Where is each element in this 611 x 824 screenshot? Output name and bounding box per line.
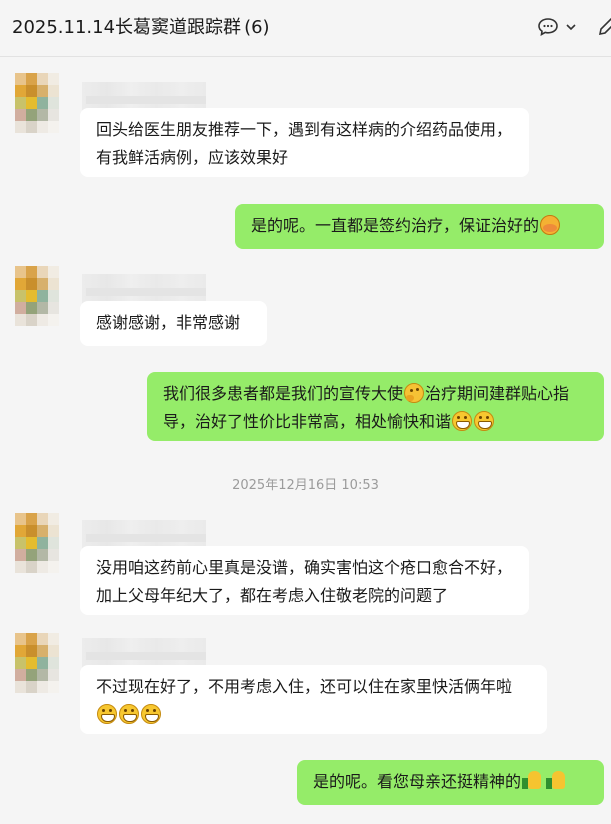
message-timestamp: 2025年12月16日 10:53 bbox=[232, 478, 379, 493]
message-text: 不过现在好了，不用考虑入住，还可以住在家里快活俩年啦 bbox=[96, 677, 513, 696]
message-bubble-incoming[interactable]: 感谢感谢，非常感谢 bbox=[80, 301, 267, 346]
message-text: 是的呢。一直都是签约治疗，保证治好的 bbox=[251, 216, 540, 235]
chat-title-bar: 2025.11.14长葛窦道跟踪群 (6) bbox=[0, 0, 611, 57]
message-bubble-incoming[interactable]: 回头给医生朋友推荐一下，遇到有这样病的介绍药品使用，有我鲜活病例，应该效果好 bbox=[80, 108, 529, 177]
thumbs-up-emoji bbox=[546, 769, 568, 791]
member-count: (6) bbox=[244, 17, 270, 38]
chat-bubble-icon[interactable] bbox=[538, 18, 558, 36]
avatar[interactable] bbox=[15, 633, 59, 693]
message-text: 我们很多患者都是我们的宣传大使 bbox=[163, 384, 404, 403]
chevron-down-icon[interactable] bbox=[565, 20, 577, 34]
thumbs-up-emoji bbox=[522, 769, 544, 791]
avatar[interactable] bbox=[15, 73, 59, 133]
thinking-face-emoji bbox=[404, 383, 425, 403]
message-text: 是的呢。看您母亲还挺精神的 bbox=[313, 772, 522, 791]
shy-face-emoji bbox=[540, 215, 561, 235]
message-text: 没用咱这药前心里真是没谱，确实害怕这个疮口愈合不好，加上父母年纪大了，都在考虑入… bbox=[96, 558, 513, 605]
avatar[interactable] bbox=[15, 513, 59, 573]
edit-icon[interactable] bbox=[597, 16, 611, 38]
grin-emoji bbox=[474, 411, 495, 431]
message-bubble-outgoing[interactable]: 是的呢。一直都是签约治疗，保证治好的 bbox=[235, 204, 604, 249]
message-bubble-outgoing[interactable]: 是的呢。看您母亲还挺精神的 bbox=[297, 760, 604, 805]
grin-emoji bbox=[141, 704, 161, 724]
message-text: 回头给医生朋友推荐一下，遇到有这样病的介绍药品使用，有我鲜活病例，应该效果好 bbox=[96, 120, 513, 167]
group-name: 2025.11.14长葛窦道跟踪群 bbox=[12, 17, 242, 38]
message-text: 感谢感谢，非常感谢 bbox=[96, 313, 241, 332]
grin-emoji bbox=[119, 704, 139, 724]
message-bubble-incoming[interactable]: 没用咱这药前心里真是没谱，确实害怕这个疮口愈合不好，加上父母年纪大了，都在考虑入… bbox=[80, 546, 529, 615]
grin-emoji bbox=[97, 704, 117, 724]
grin-emoji bbox=[452, 411, 473, 431]
avatar[interactable] bbox=[15, 266, 59, 326]
message-bubble-outgoing[interactable]: 我们很多患者都是我们的宣传大使 治疗期间建群贴心指导，治好了性价比非常高，相处愉快… bbox=[147, 372, 604, 441]
chat-title[interactable]: 2025.11.14长葛窦道跟踪群 (6) bbox=[12, 15, 270, 41]
message-bubble-incoming[interactable]: 不过现在好了，不用考虑入住，还可以住在家里快活俩年啦 bbox=[80, 665, 547, 734]
